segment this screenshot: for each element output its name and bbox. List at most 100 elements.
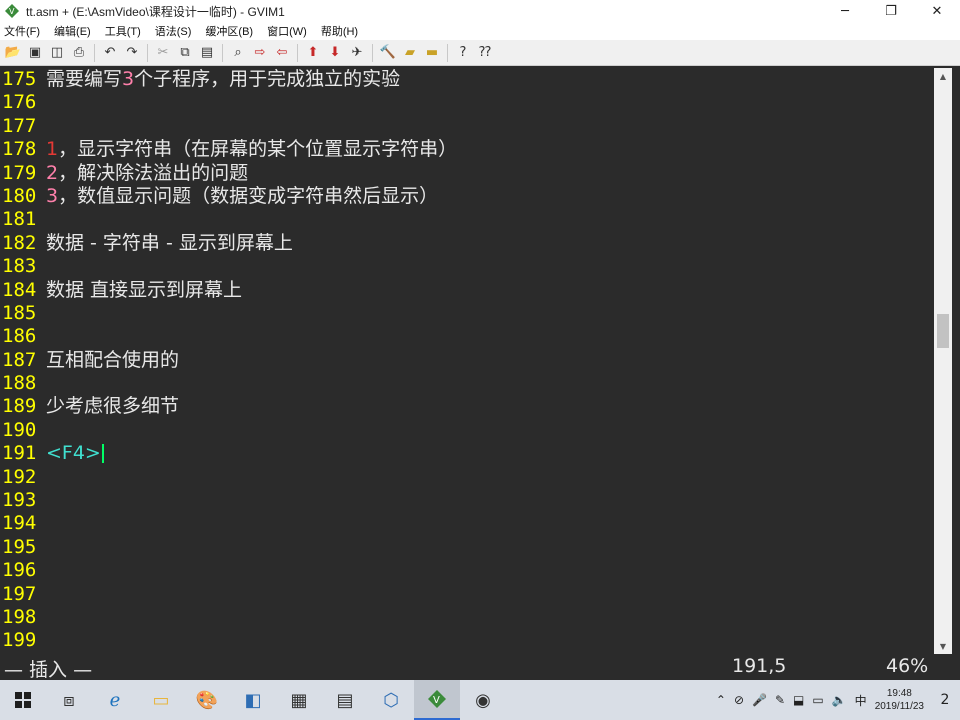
minimize-button[interactable]: ─ xyxy=(822,0,868,22)
undo-icon[interactable]: ↶ xyxy=(99,42,121,64)
line-number: 183 xyxy=(2,255,37,278)
load-session-icon[interactable]: ⬆ xyxy=(302,42,324,64)
menu-syntax[interactable]: 语法(S) xyxy=(155,23,192,39)
editor-line[interactable]: 179 2，解决除法溢出的问题 xyxy=(0,162,934,185)
editor-line[interactable]: 184 数据 直接显示到屏幕上 xyxy=(0,279,934,302)
editor-line[interactable]: 185 xyxy=(0,302,934,325)
edge-icon[interactable]: ℯ xyxy=(92,680,138,720)
network-icon[interactable]: ▭ xyxy=(812,693,823,707)
help-icon[interactable]: ? xyxy=(452,42,474,64)
paint-icon[interactable]: 🎨 xyxy=(184,680,230,720)
app-icon[interactable]: ◧ xyxy=(230,680,276,720)
editor-line[interactable]: 180 3，数值显示问题（数据变成字符串然后显示） xyxy=(0,185,934,208)
volume-icon[interactable]: 🔈 xyxy=(832,693,847,707)
editor-line[interactable]: 177 xyxy=(0,115,934,138)
save-icon[interactable]: ▣ xyxy=(24,42,46,64)
cut-icon[interactable]: ✂ xyxy=(152,42,174,64)
line-number: 175 xyxy=(2,68,37,90)
editor-line[interactable]: 189 少考虑很多细节 xyxy=(0,395,934,418)
notification-center-icon[interactable]: 2 xyxy=(930,680,960,720)
editor-line[interactable]: 197 xyxy=(0,583,934,606)
editor-line[interactable]: 190 xyxy=(0,419,934,442)
editor-line[interactable]: 183 xyxy=(0,255,934,278)
editor-line[interactable]: 181 xyxy=(0,208,934,231)
gvim-icon[interactable]: V xyxy=(414,680,460,720)
command-line: — 插入 — 191,5 46% xyxy=(0,654,960,681)
microphone-icon[interactable]: 🎤 xyxy=(752,693,767,707)
line-text xyxy=(42,419,46,442)
tray-tool-icon[interactable]: ✎ xyxy=(775,693,785,707)
line-text: 数据 - 字符串 - 显示到屏幕上 xyxy=(42,232,293,255)
text-segment: ，解决除法溢出的问题 xyxy=(58,161,249,184)
vertical-scrollbar[interactable]: ▲ ▼ xyxy=(934,68,952,654)
redo-icon[interactable]: ↷ xyxy=(121,42,143,64)
tag-jump-icon[interactable]: ▬ xyxy=(421,42,443,64)
find-help-icon[interactable]: ⁇ xyxy=(474,42,496,64)
editor-line[interactable]: 176 xyxy=(0,91,934,114)
editor-line[interactable]: 186 xyxy=(0,325,934,348)
find-next-icon[interactable]: ⇨ xyxy=(249,42,271,64)
editor-line[interactable]: 193 xyxy=(0,489,934,512)
menu-window[interactable]: 窗口(W) xyxy=(267,23,307,39)
copy-icon[interactable]: ⧉ xyxy=(174,42,196,64)
scrollbar-thumb[interactable] xyxy=(937,314,949,348)
restore-button[interactable]: ❐ xyxy=(868,0,914,22)
save-all-icon[interactable]: ◫ xyxy=(46,42,68,64)
scroll-up-icon[interactable]: ▲ xyxy=(934,68,952,84)
find-replace-icon[interactable]: ⌕ xyxy=(227,42,249,64)
system-tray: ⌃ ⊘ 🎤 ✎ ⬓ ▭ 🔈 中 19:48 2019/11/23 2 xyxy=(712,680,960,720)
menu-buffers[interactable]: 缓冲区(B) xyxy=(205,23,253,39)
mode-indicator: — 插入 — xyxy=(4,659,93,681)
tray-expand-icon[interactable]: ⌃ xyxy=(716,693,726,707)
menu-tools[interactable]: 工具(T) xyxy=(105,23,141,39)
make-icon[interactable]: 🔨 xyxy=(377,42,399,64)
gvim-app-icon[interactable]: V xyxy=(4,3,20,19)
line-text: 需要编写3个子程序，用于完成独立的实验 xyxy=(42,68,400,91)
line-text xyxy=(42,583,46,606)
text-segment: 个子程序，用于完成独立的实验 xyxy=(134,68,401,90)
print-icon[interactable]: ⎙ xyxy=(68,42,90,64)
run-script-icon[interactable]: ✈ xyxy=(346,42,368,64)
toolbar-separator xyxy=(222,43,223,62)
shell-icon[interactable]: ▰ xyxy=(399,42,421,64)
open-icon[interactable]: 📂 xyxy=(2,42,24,64)
menu-edit[interactable]: 编辑(E) xyxy=(54,23,91,39)
scroll-down-icon[interactable]: ▼ xyxy=(934,638,952,654)
tray-app2-icon[interactable]: ⬓ xyxy=(793,693,804,707)
minecraft-icon[interactable]: ▦ xyxy=(276,680,322,720)
virtualbox-icon[interactable]: ⬡ xyxy=(368,680,414,720)
editor-line[interactable]: 199 xyxy=(0,629,934,652)
editor-line[interactable]: 196 xyxy=(0,559,934,582)
editor-line[interactable]: 198 xyxy=(0,606,934,629)
editor-line[interactable]: 178 1，显示字符串（在屏幕的某个位置显示字符串） xyxy=(0,138,934,161)
tray-app-icon[interactable]: ⊘ xyxy=(734,693,744,707)
editor-line[interactable]: 195 xyxy=(0,536,934,559)
save-session-icon[interactable]: ⬇ xyxy=(324,42,346,64)
title-bar: V tt.asm + (E:\AsmVideo\课程设计一临时) - GVIM1… xyxy=(0,0,960,22)
obs-icon[interactable]: ◉ xyxy=(460,680,506,720)
text-segment: <F4> xyxy=(46,442,101,465)
start-icon[interactable] xyxy=(0,680,46,720)
file-explorer-icon[interactable]: ▭ xyxy=(138,680,184,720)
editor-line[interactable]: 192 xyxy=(0,466,934,489)
calculator-icon[interactable]: ▤ xyxy=(322,680,368,720)
line-text xyxy=(42,208,46,231)
menu-file[interactable]: 文件(F) xyxy=(4,23,40,39)
editor-line[interactable]: 191 <F4> xyxy=(0,442,934,465)
editor-text-area[interactable]: 175 需要编写3个子程序，用于完成独立的实验 176 177 178 1，显示字符串（在… xyxy=(0,68,934,654)
editor-line[interactable]: 187 互相配合使用的 xyxy=(0,349,934,372)
editor-line[interactable]: 188 xyxy=(0,372,934,395)
toolbar-separator xyxy=(447,43,448,62)
task-view-icon[interactable]: ⧈ xyxy=(46,680,92,720)
find-prev-icon[interactable]: ⇦ xyxy=(271,42,293,64)
line-text xyxy=(42,466,46,489)
menu-help[interactable]: 帮助(H) xyxy=(321,23,358,39)
editor-line[interactable]: 182 数据 - 字符串 - 显示到屏幕上 xyxy=(0,232,934,255)
close-button[interactable]: ✕ xyxy=(914,0,960,22)
editor-line[interactable]: 175 需要编写3个子程序，用于完成独立的实验 xyxy=(0,68,934,91)
scroll-percent: 46% xyxy=(886,655,929,677)
ime-indicator[interactable]: 中 xyxy=(855,692,867,709)
clock[interactable]: 19:48 2019/11/23 xyxy=(875,687,924,713)
paste-icon[interactable]: ▤ xyxy=(196,42,218,64)
editor-line[interactable]: 194 xyxy=(0,512,934,535)
